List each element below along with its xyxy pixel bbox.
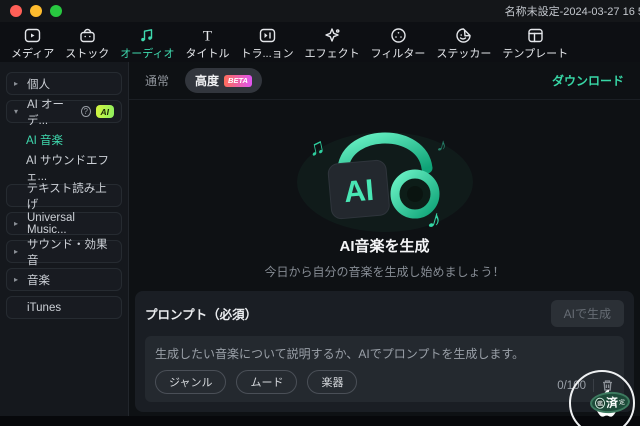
- minimize-window-button[interactable]: [30, 5, 42, 17]
- download-link[interactable]: ダウンロード: [552, 72, 624, 89]
- ai-music-panel: 通常 高度 BETA ダウンロード ♫ ♪ ♪ AI AI音楽を生成 今日から自…: [129, 62, 640, 426]
- window-title: 名称未設定-2024-03-27 16 5: [504, 6, 640, 18]
- prompt-chips: ジャンル ムード 楽器: [155, 370, 358, 394]
- prompt-header: プロンプト（必須） AIで生成: [145, 300, 624, 327]
- tab-audio[interactable]: オーディオ: [115, 25, 179, 62]
- help-icon[interactable]: [80, 106, 91, 117]
- window-bottom-edge: [0, 416, 640, 426]
- prompt-placeholder: 生成したい音楽について説明するか、AIでプロンプトを生成します。: [155, 347, 525, 361]
- hero-subtitle: 今日から自分の音楽を生成し始めましょう！: [264, 265, 505, 279]
- effects-icon: [324, 28, 340, 42]
- tab-advanced-mode[interactable]: 高度 BETA: [185, 68, 262, 93]
- tab-transition[interactable]: トラ...ョン: [235, 25, 298, 62]
- content-area: 個人 AI オーデ... AI AI 音楽 AI サウンドエフェ... テキスト…: [0, 62, 640, 426]
- audio-icon: [141, 29, 153, 42]
- tab-effects[interactable]: エフェクト: [300, 25, 365, 62]
- sidebar-item-text-to-speech[interactable]: テキスト読み上げ: [6, 183, 122, 211]
- filter-icon: [390, 28, 406, 43]
- prompt-label: プロンプト（必須）: [145, 308, 258, 322]
- beta-badge: BETA: [224, 74, 252, 87]
- prompt-input[interactable]: 生成したい音楽について説明するか、AIでプロンプトを生成します。 ジャンル ムー…: [145, 336, 624, 402]
- sidebar-item-personal[interactable]: 個人: [6, 72, 122, 95]
- tab-normal-mode[interactable]: 通常: [145, 72, 169, 89]
- app-window: 名称未設定-2024-03-27 16 5 メディア ストック オーディオ T …: [0, 0, 640, 426]
- asset-type-toolbar: メディア ストック オーディオ T タイトル トラ...ョン エフェクト フィル…: [0, 22, 640, 62]
- transition-icon: [259, 28, 275, 43]
- audio-sidebar: 個人 AI オーデ... AI AI 音楽 AI サウンドエフェ... テキスト…: [0, 62, 129, 416]
- close-window-button[interactable]: [10, 5, 22, 17]
- tab-sticker[interactable]: ステッカー: [431, 25, 496, 62]
- chip-genre[interactable]: ジャンル: [155, 370, 227, 394]
- prompt-panel: プロンプト（必須） AIで生成 生成したい音楽について説明するか、AIでプロンプ…: [135, 291, 634, 412]
- tab-template[interactable]: テンプレート: [497, 25, 573, 62]
- title-icon: T: [203, 29, 212, 45]
- hero-section: ♫ ♪ ♪ AI AI音楽を生成 今日から自分の音楽を生成し始めましょう！: [135, 100, 634, 280]
- template-icon: [528, 28, 543, 43]
- sticker-icon: [456, 28, 472, 43]
- sidebar-item-ai-sound-effect[interactable]: AI サウンドエフェ...: [6, 155, 122, 183]
- chevron-right-icon: [14, 79, 22, 88]
- chevron-right-icon: [14, 219, 22, 228]
- svg-text:T: T: [203, 29, 212, 45]
- sidebar-item-ai-audio[interactable]: AI オーデ... AI: [6, 99, 122, 127]
- ai-headphones-illustration: ♫ ♪ ♪ AI: [296, 132, 473, 234]
- ai-generate-button[interactable]: AIで生成: [550, 300, 624, 327]
- chevron-down-icon: [14, 107, 22, 116]
- chip-instrument[interactable]: 楽器: [307, 370, 358, 394]
- sidebar-item-itunes[interactable]: iTunes: [6, 296, 122, 319]
- hero-title: AI音楽を生成: [339, 238, 430, 255]
- sidebar-item-sound-effects[interactable]: サウンド・効果音: [6, 239, 122, 267]
- tab-title[interactable]: T タイトル: [180, 25, 234, 62]
- sidebar-item-ai-music[interactable]: AI 音楽: [6, 128, 122, 151]
- stock-icon: [80, 28, 95, 43]
- mode-bar: 通常 高度 BETA ダウンロード: [129, 62, 640, 100]
- media-icon: [24, 28, 41, 43]
- sidebar-item-music[interactable]: 音楽: [6, 268, 122, 291]
- chevron-right-icon: [14, 275, 22, 284]
- tab-stock[interactable]: ストック: [60, 25, 114, 62]
- ai-cube-label: AI: [342, 174, 375, 209]
- music-note-icon: ♫: [305, 133, 326, 161]
- titlebar: 名称未設定-2024-03-27 16 5: [0, 0, 640, 22]
- tab-media[interactable]: メディア: [6, 25, 59, 62]
- zoom-window-button[interactable]: [50, 5, 62, 17]
- chevron-right-icon: [14, 247, 22, 256]
- chip-mood[interactable]: ムード: [236, 370, 298, 394]
- ai-badge: AI: [95, 105, 114, 118]
- main-body: ♫ ♪ ♪ AI AI音楽を生成 今日から自分の音楽を生成し始めましょう！ プロ…: [129, 100, 640, 426]
- sidebar-item-universal-music[interactable]: Universal Music...: [6, 212, 122, 236]
- tab-filter[interactable]: フィルター: [366, 25, 431, 62]
